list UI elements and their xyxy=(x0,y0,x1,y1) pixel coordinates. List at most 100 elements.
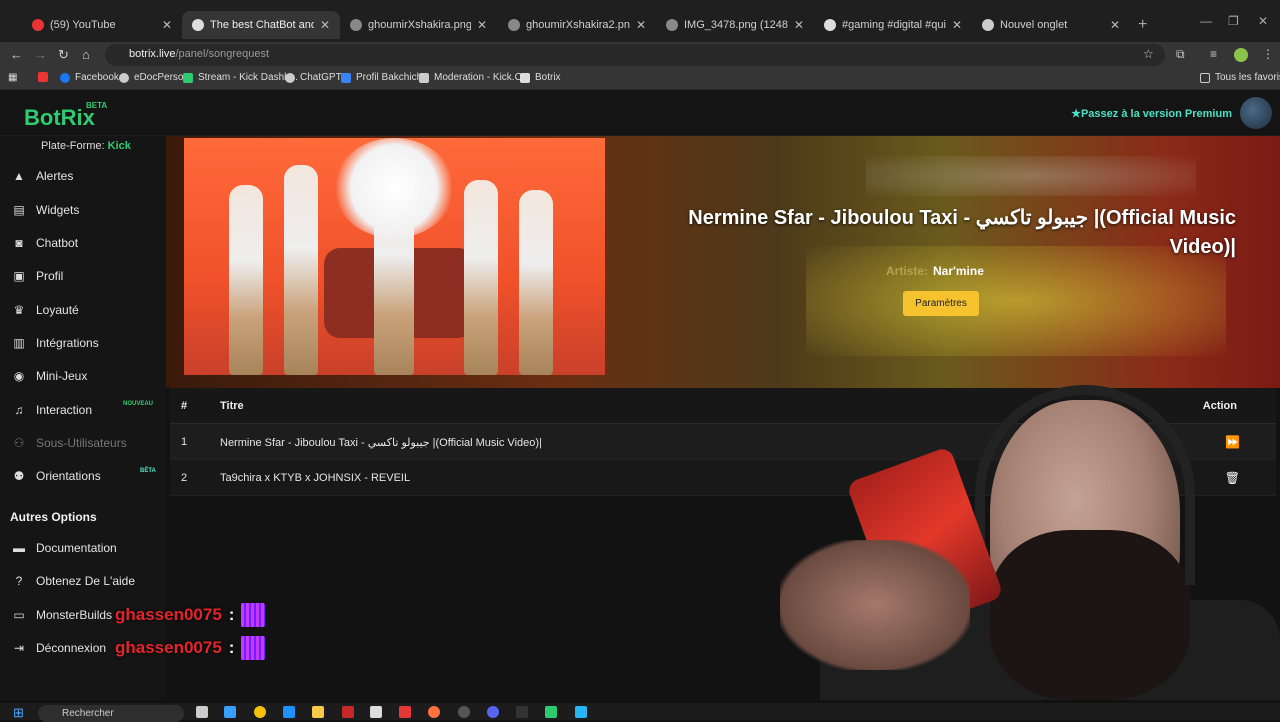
edoc-icon xyxy=(119,72,129,83)
forward-icon[interactable]: → xyxy=(34,47,47,62)
app-icon[interactable] xyxy=(575,706,587,718)
warning-icon: ▲ xyxy=(13,169,25,183)
bookmark-moderation[interactable]: Moderation - Kick.CX xyxy=(419,72,528,83)
maximize-icon[interactable]: ❐ xyxy=(1228,14,1239,28)
bookmark-botrix[interactable]: Botrix xyxy=(520,72,561,83)
help-icon: ? xyxy=(15,574,23,588)
sidebar-item-sous-utilisateurs[interactable]: ⚇ Sous-Utilisateurs xyxy=(12,433,162,453)
sidebar-item-widgets[interactable]: ▤ Widgets xyxy=(12,200,162,220)
bookmark-star-icon[interactable]: ☆ xyxy=(1143,47,1154,61)
taskbar-search[interactable]: Rechercher xyxy=(38,705,184,722)
extensions-icon[interactable]: ⧉ xyxy=(1176,47,1185,62)
taskbar: ⊞ Rechercher xyxy=(0,703,1280,722)
close-tab-icon[interactable]: ✕ xyxy=(320,18,330,32)
widgets-icon: ▤ xyxy=(13,203,25,217)
emote-icon xyxy=(241,636,266,660)
profile-avatar[interactable] xyxy=(1234,48,1248,62)
close-tab-icon[interactable]: ✕ xyxy=(794,18,804,32)
integrations-icon: ▥ xyxy=(13,336,25,350)
sidebar-item-mini-jeux[interactable]: ◉ Mini-Jeux xyxy=(12,366,162,386)
globe-icon xyxy=(666,19,678,31)
close-tab-icon[interactable]: ✕ xyxy=(636,18,646,32)
sidebar-item-alertes[interactable]: ▲ Alertes xyxy=(12,166,162,186)
sidebar-item-help[interactable]: ? Obtenez De L'aide xyxy=(12,571,162,591)
bookmark-facebook[interactable]: Facebook xyxy=(60,72,119,83)
close-tab-icon[interactable]: ✕ xyxy=(952,18,962,32)
sidebar-item-loyaute[interactable]: ♛ Loyauté xyxy=(12,300,162,320)
chrome-icon xyxy=(982,19,994,31)
sidebar-item-integrations[interactable]: ▥ Intégrations xyxy=(12,333,162,353)
now-playing-title: Nermine Sfar - Jiboulou Taxi - جيبولو تا… xyxy=(688,207,1236,258)
app-icon[interactable] xyxy=(370,706,382,718)
close-window-icon[interactable]: ✕ xyxy=(1258,14,1268,28)
close-tab-icon[interactable]: ✕ xyxy=(1110,18,1120,32)
users-icon: ⚉ xyxy=(13,469,25,483)
address-bar-row: ← → ↻ ⌂ botrix.live/panel/songrequest ☆ … xyxy=(0,42,1280,68)
sidebar-item-profil[interactable]: ▣ Profil xyxy=(12,266,162,286)
sidebar-item-chatbot[interactable]: ◙ Chatbot xyxy=(12,233,162,253)
youtube-icon xyxy=(32,19,44,31)
chat-message: ghassen0075: xyxy=(115,603,266,627)
kick-icon xyxy=(183,72,193,83)
artist-row: Artiste: Nar'mine xyxy=(886,264,984,278)
new-tab-icon[interactable]: + xyxy=(1138,16,1147,34)
tab-botrix[interactable]: The best ChatBot and Widg ✕ xyxy=(182,11,340,39)
tiktok-icon xyxy=(824,19,836,31)
close-tab-icon[interactable]: ✕ xyxy=(477,18,487,32)
sidebar-item-documentation[interactable]: ▬ Documentation xyxy=(12,538,162,558)
app-icon[interactable] xyxy=(516,706,528,718)
reload-icon[interactable]: ↻ xyxy=(58,47,69,63)
discord-icon[interactable] xyxy=(487,706,499,718)
webcam-overlay xyxy=(760,380,1280,700)
back-icon[interactable]: ← xyxy=(10,47,23,62)
home-icon[interactable]: ⌂ xyxy=(82,47,90,62)
settings-button[interactable]: Paramètres xyxy=(903,291,979,316)
app-icon[interactable] xyxy=(342,706,354,718)
bookmark-profil-bakchich[interactable]: Profil Bakchich xyxy=(341,72,422,83)
tab-image-1[interactable]: ghoumirXshakira.png (1152×8 ✕ xyxy=(340,11,497,39)
botrix-logo[interactable]: BotRix xyxy=(24,105,95,131)
music-icon: ♫ xyxy=(14,403,24,417)
chrome-icon[interactable] xyxy=(254,706,266,718)
bookmark-kick-dashboard[interactable]: Stream - Kick Dashb... xyxy=(183,72,298,83)
tab-image-2[interactable]: ghoumirXshakira2.png (1120× ✕ xyxy=(498,11,656,39)
task-view-icon[interactable] xyxy=(196,706,208,718)
folder-icon xyxy=(1200,72,1210,83)
bookmark-chatgpt[interactable]: ChatGPT xyxy=(285,72,342,83)
chatgpt-icon xyxy=(285,72,295,83)
tab-image-3[interactable]: IMG_3478.png (1248×832) ✕ xyxy=(656,11,814,39)
premium-link[interactable]: ★Passez à la version Premium xyxy=(1071,107,1232,120)
app-icon[interactable] xyxy=(428,706,440,718)
minimize-icon[interactable]: — xyxy=(1200,14,1212,28)
copilot-icon[interactable] xyxy=(224,706,236,718)
app-icon[interactable] xyxy=(458,706,470,718)
beta-badge: BETA xyxy=(86,101,108,110)
menu-icon[interactable]: ⋮ xyxy=(1262,47,1274,61)
tab-new[interactable]: Nouvel onglet ✕ xyxy=(972,11,1130,39)
bakchich-icon xyxy=(341,72,351,83)
id-card-icon: ▣ xyxy=(13,269,25,283)
all-bookmarks[interactable]: Tous les favoris xyxy=(1200,72,1280,83)
tab-tiktok[interactable]: #gaming #digital #quiz #retro ✕ xyxy=(814,11,972,39)
bookmark-youtube[interactable] xyxy=(38,72,53,82)
video-player[interactable] xyxy=(184,138,605,375)
user-avatar[interactable] xyxy=(1240,97,1272,129)
windows-start-icon[interactable]: ⊞ xyxy=(13,705,24,721)
star-icon: ★ xyxy=(1071,108,1081,120)
new-badge: NOUVEAU xyxy=(123,401,154,407)
youtube-icon[interactable] xyxy=(399,706,411,718)
robot-icon: ◙ xyxy=(15,236,23,250)
app-icon[interactable] xyxy=(545,706,557,718)
globe-icon xyxy=(350,19,362,31)
botrix-icon xyxy=(520,72,530,83)
media-icon[interactable]: ≡ xyxy=(1210,47,1217,61)
folder-icon[interactable] xyxy=(312,706,324,718)
close-tab-icon[interactable]: ✕ xyxy=(162,18,172,32)
apps-icon[interactable]: ▦ xyxy=(8,72,17,83)
url-input[interactable]: botrix.live/panel/songrequest xyxy=(105,44,1165,66)
kickcx-icon xyxy=(419,72,429,83)
store-icon[interactable] xyxy=(283,706,295,718)
other-options-heading: Autres Options xyxy=(10,510,97,524)
tab-youtube[interactable]: (59) YouTube ✕ xyxy=(22,11,182,39)
bookmark-edocperso[interactable]: eDocPerso xyxy=(119,72,183,83)
